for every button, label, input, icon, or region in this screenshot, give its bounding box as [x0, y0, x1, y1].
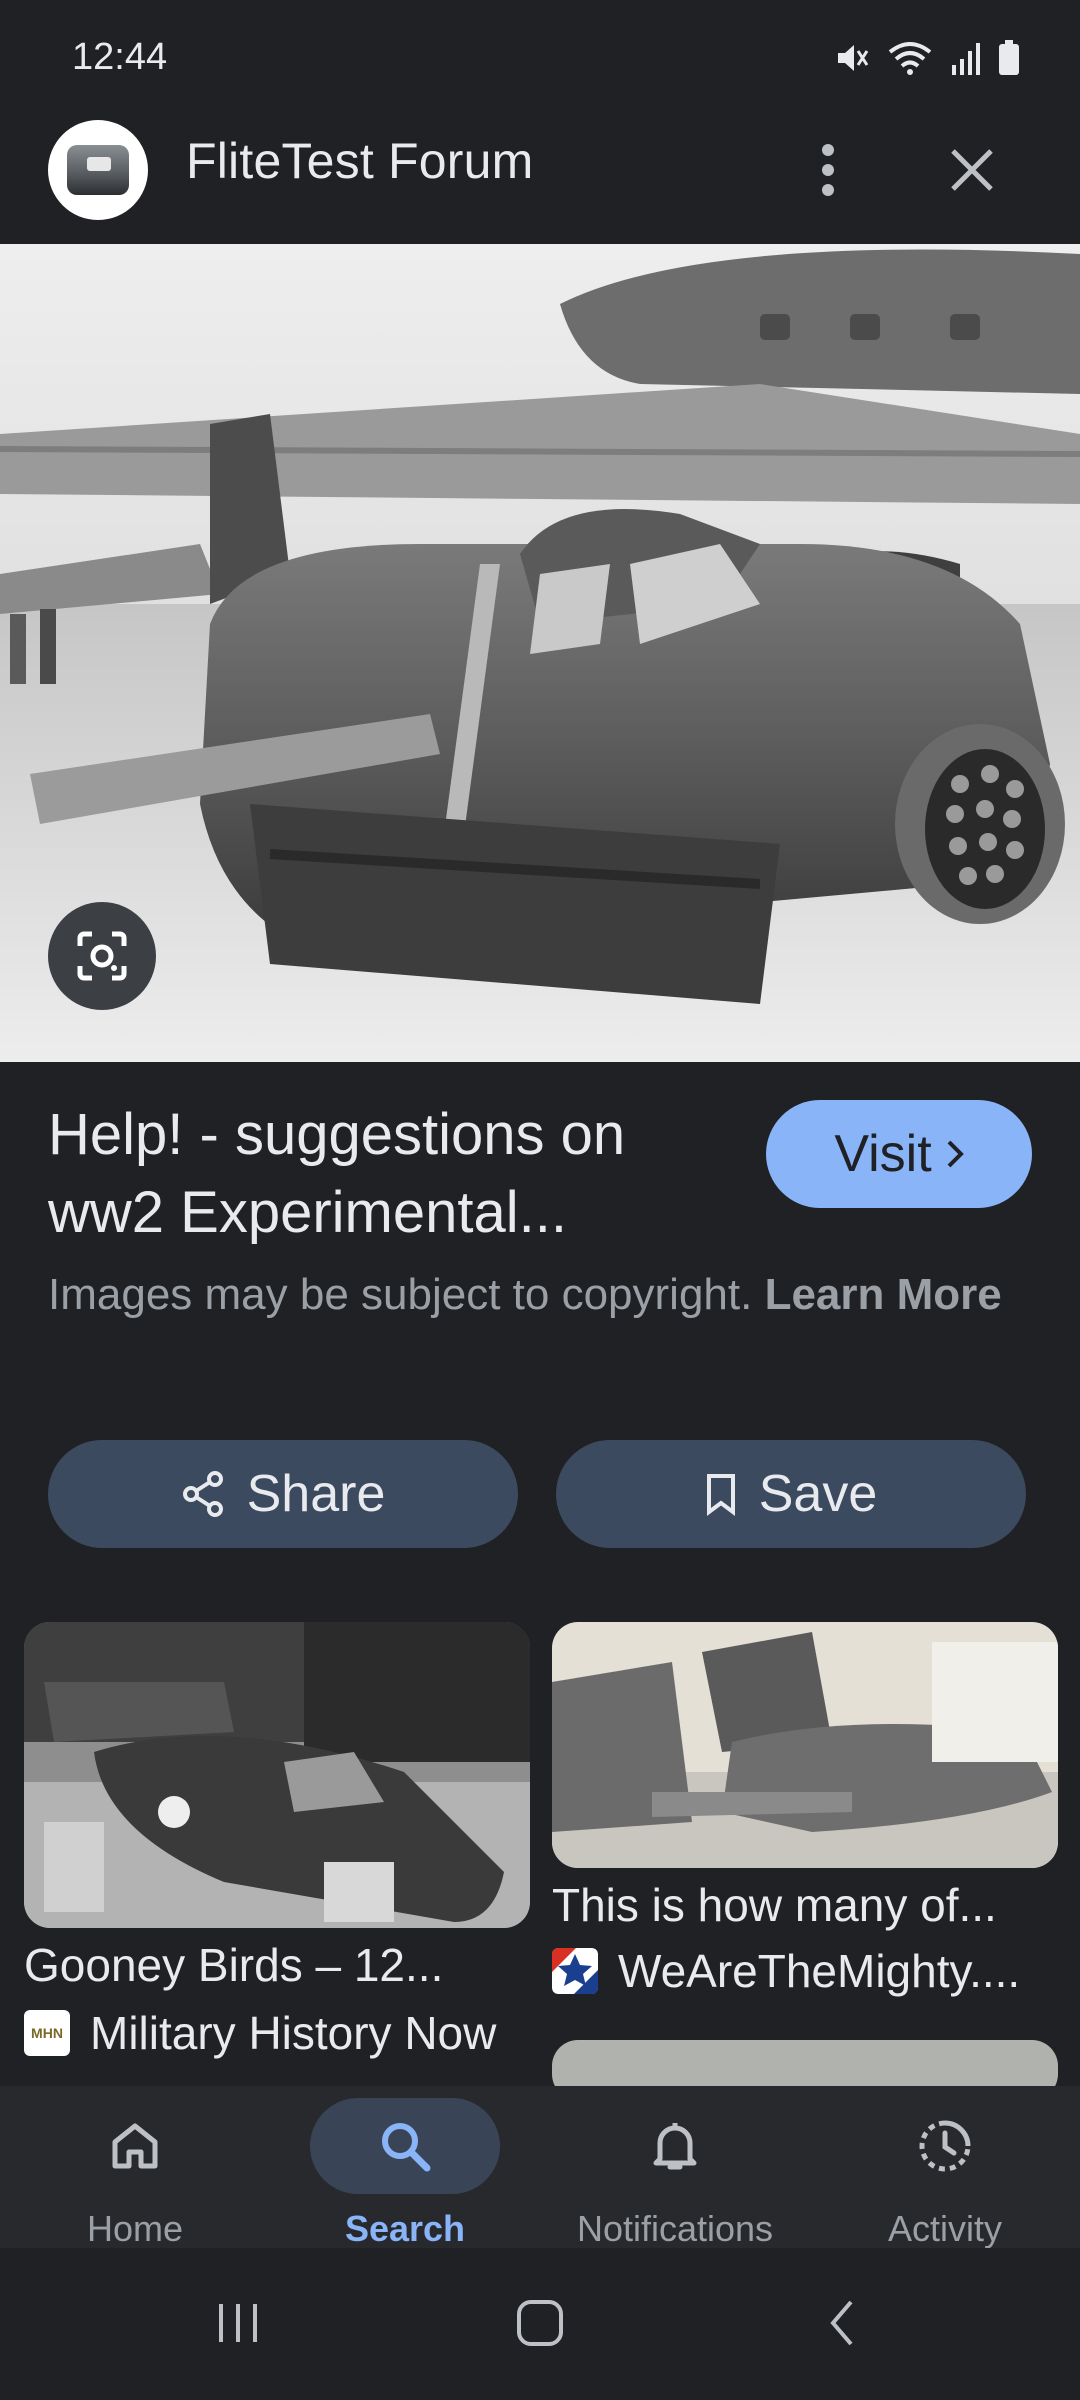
result-title[interactable]: Help! - suggestions on ww2 Experimental.… [48, 1096, 728, 1252]
nav-search[interactable]: Search [270, 2086, 540, 2249]
app-header: FliteTest Forum [0, 120, 1080, 244]
status-bar: 12:44 [0, 0, 1080, 120]
hero-image[interactable] [0, 244, 1080, 1062]
back-chevron-icon [830, 2300, 853, 2346]
wifi-icon [888, 42, 932, 75]
bell-icon [653, 2123, 697, 2170]
more-vert-icon [822, 144, 834, 196]
nav-activity[interactable]: Activity [810, 2086, 1080, 2249]
status-time: 12:44 [72, 36, 168, 78]
signal-icon [952, 43, 980, 75]
close-button[interactable] [944, 136, 1000, 204]
learn-more-link[interactable]: Learn More [765, 1270, 1002, 1319]
favicon-mhn: MHN [24, 2010, 70, 2056]
bottom-nav: Home Search Notifications Activity [0, 2086, 1080, 2249]
related-card[interactable]: Gooney Birds – 12... MHN Military Histor… [24, 1622, 530, 2060]
share-button[interactable]: Share [48, 1440, 518, 1548]
lens-icon [77, 931, 127, 981]
nav-label-search: Search [344, 2208, 466, 2249]
battery-icon [999, 40, 1019, 75]
system-nav-bar [0, 2248, 1080, 2400]
nav-label-activity: Activity [887, 2208, 1002, 2249]
related-source: WeAreTheMighty.... [552, 1944, 1058, 1998]
close-icon [951, 149, 993, 191]
copyright-notice: Images may be subject to copyright. Lear… [48, 1264, 1008, 1326]
nav-home[interactable]: Home [0, 2086, 270, 2249]
lens-button[interactable] [48, 902, 156, 1010]
share-label: Share [246, 1465, 386, 1523]
search-icon [382, 2123, 431, 2172]
site-logo [67, 145, 129, 195]
nav-label-notifications: Notifications [576, 2208, 774, 2249]
related-title[interactable]: Gooney Birds – 12... [24, 1938, 530, 1992]
more-options-button[interactable] [804, 134, 852, 206]
visit-button[interactable]: Visit [766, 1100, 1032, 1208]
related-title[interactable]: This is how many of... [552, 1878, 1058, 1932]
status-icons [834, 40, 1020, 76]
copyright-text: Images may be subject to copyright. [48, 1270, 753, 1319]
save-label: Save [758, 1465, 878, 1523]
nav-notifications[interactable]: Notifications [540, 2086, 810, 2249]
related-source: MHN Military History Now [24, 2006, 530, 2060]
site-avatar[interactable] [48, 120, 148, 220]
visit-label: Visit [834, 1125, 932, 1183]
activity-icon [919, 2120, 971, 2172]
back-button[interactable] [782, 2278, 902, 2368]
save-button[interactable]: Save [556, 1440, 1026, 1548]
chevron-right-icon [947, 1140, 964, 1168]
recents-icon [219, 2304, 257, 2342]
home-icon [112, 2123, 158, 2169]
related-card[interactable]: This is how many of... WeAreTheMighty...… [552, 1622, 1058, 1998]
related-source-name: Military History Now [90, 2007, 497, 2059]
mute-icon [838, 45, 869, 71]
recents-button[interactable] [178, 2278, 298, 2368]
home-system-button[interactable] [480, 2278, 600, 2368]
related-thumbnail[interactable] [24, 1622, 530, 1928]
related-source-name: WeAreTheMighty.... [618, 1945, 1021, 1997]
related-thumbnail[interactable] [552, 1622, 1058, 1868]
site-title: FliteTest Forum [186, 133, 534, 189]
nav-label-home: Home [86, 2208, 184, 2249]
share-icon [182, 1471, 223, 1517]
home-circle-icon [517, 2300, 563, 2346]
bookmark-icon [706, 1474, 735, 1516]
favicon-star [552, 1948, 598, 1994]
